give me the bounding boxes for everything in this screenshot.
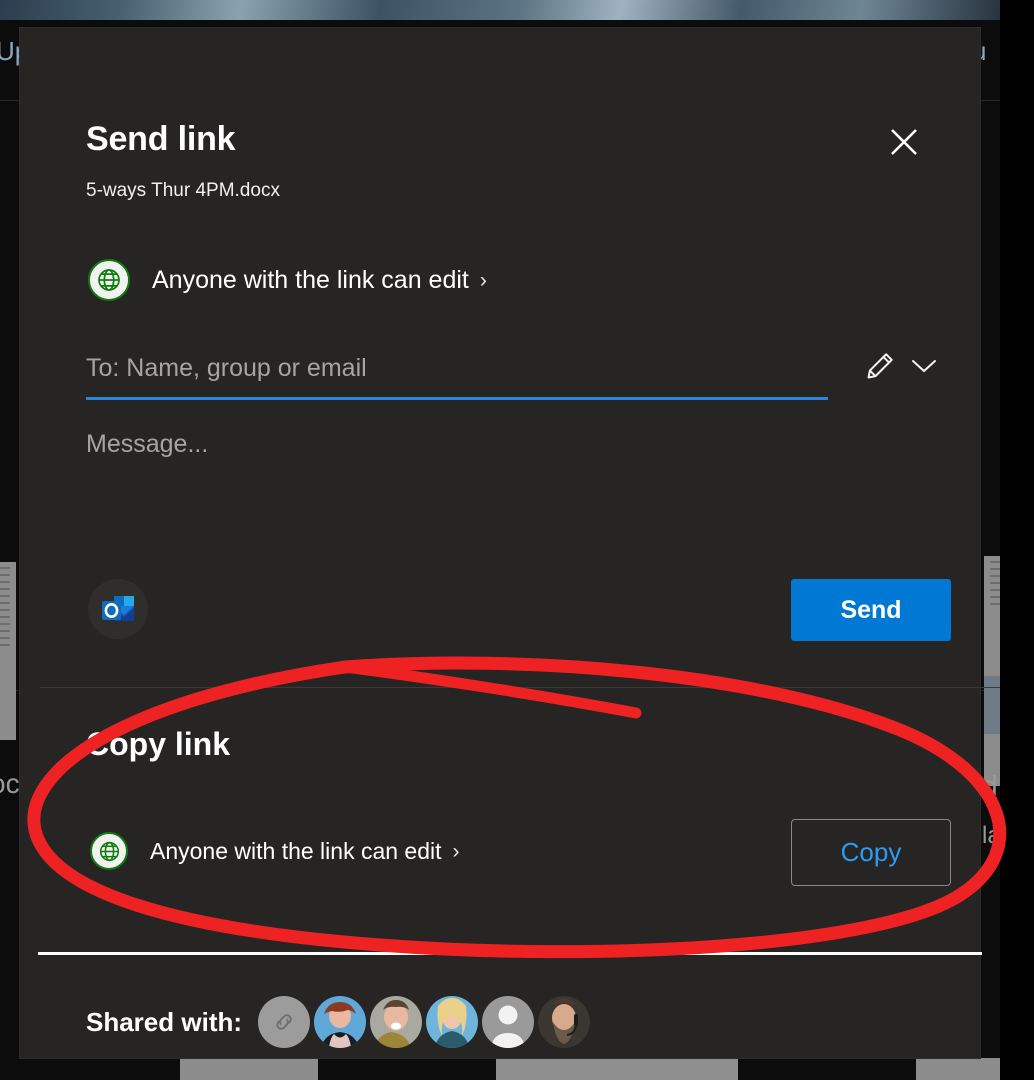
- background-thumbnail-bottom-1: [180, 1058, 318, 1080]
- background-photo-banner: [0, 0, 1000, 20]
- edit-recipients-button[interactable]: [858, 344, 902, 388]
- chevron-right-icon: ›: [479, 268, 487, 292]
- background-thumbnail-bottom-2: [496, 1058, 738, 1080]
- avatar-photo: [314, 996, 367, 1048]
- background-thumbnail-left: [0, 562, 16, 740]
- background-thumbnail-bottom-3: [916, 1058, 1000, 1080]
- copy-permission-selector[interactable]: Anyone with the link can edit ›: [90, 832, 460, 870]
- section-divider: [40, 687, 1000, 688]
- send-button[interactable]: Send: [791, 579, 951, 641]
- avatar-photo: [426, 996, 479, 1048]
- send-permission-label: Anyone with the link can edit: [152, 265, 469, 294]
- background-doc-label-left: oc: [0, 768, 20, 799]
- recipient-input[interactable]: To: Name, group or email: [86, 346, 828, 400]
- message-placeholder: Message...: [86, 430, 209, 458]
- pencil-icon: [867, 353, 893, 379]
- background-thumbnail-right-2: [984, 676, 1000, 734]
- background-thumbnail-right: [984, 556, 1000, 676]
- close-icon: [891, 129, 917, 155]
- outlook-icon: [102, 596, 134, 621]
- file-name: 5-ways Thur 4PM.docx: [86, 180, 280, 201]
- send-permission-selector[interactable]: Anyone with the link can edit ›: [88, 259, 487, 301]
- close-button[interactable]: [878, 116, 930, 168]
- message-input[interactable]: Message...: [86, 430, 906, 540]
- recipient-dropdown-button[interactable]: [904, 346, 944, 386]
- link-avatar[interactable]: [258, 996, 311, 1048]
- person-avatar-3[interactable]: [426, 996, 479, 1048]
- copy-permission-label: Anyone with the link can edit: [150, 837, 442, 864]
- globe-icon: [88, 259, 130, 301]
- shared-with-row: Shared with:: [86, 996, 594, 1048]
- chevron-right-icon: ›: [452, 839, 460, 863]
- chevron-down-icon: [912, 360, 936, 373]
- person-avatar-1[interactable]: [314, 996, 367, 1048]
- send-link-dialog: Send link 5-ways Thur 4PM.docx Anyone wi…: [20, 28, 1000, 1058]
- person-placeholder-icon: [491, 1005, 526, 1048]
- globe-icon: [90, 832, 128, 870]
- person-avatar-5[interactable]: [538, 996, 591, 1048]
- avatar-photo: [538, 996, 591, 1048]
- bottom-divider: [38, 952, 982, 955]
- copy-link-title: Copy link: [86, 726, 231, 762]
- dialog-title: Send link: [86, 120, 236, 158]
- person-avatar-2[interactable]: [370, 996, 423, 1048]
- copy-button[interactable]: Copy: [791, 819, 951, 886]
- link-icon: [276, 1014, 292, 1030]
- person-avatar-4[interactable]: [482, 996, 535, 1048]
- avatar-photo: [370, 996, 423, 1048]
- background-doc-label-right-2: la: [982, 822, 1000, 849]
- background-doc-label-right-1: d: [982, 770, 998, 801]
- shared-with-label: Shared with:: [86, 1006, 243, 1037]
- recipient-placeholder: To: Name, group or email: [86, 354, 367, 382]
- outlook-app-button[interactable]: [88, 579, 148, 639]
